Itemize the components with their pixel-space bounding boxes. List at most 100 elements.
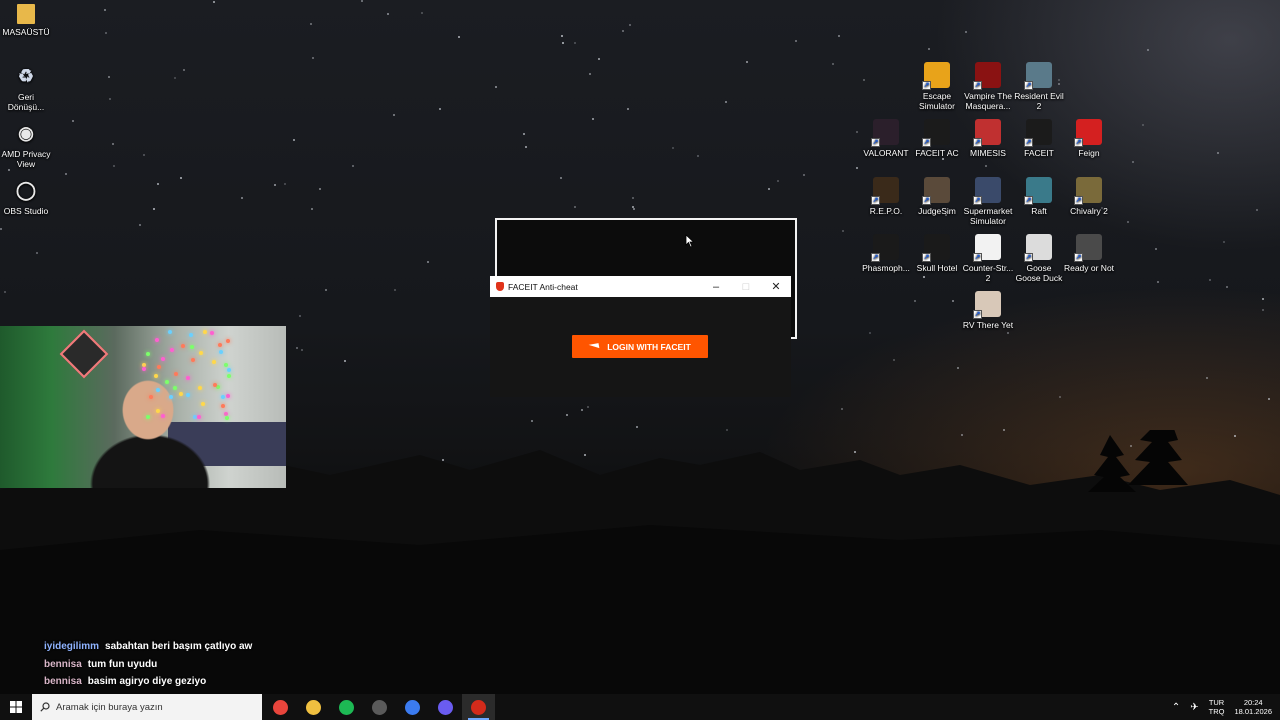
star [105,32,107,34]
desktop-icon[interactable]: ↗ Escape Simulator [911,62,963,111]
faceit-anticheat-window[interactable]: FACEIT Anti-cheat – □ ✕ LOGIN WITH FACEI… [490,276,791,397]
star [427,261,429,263]
light-bulb [224,363,228,368]
rv-there-yet-icon: ↗ [973,291,1001,319]
minimize-button[interactable]: – [701,276,731,297]
network-icon[interactable]: ✈ [1190,702,1198,713]
star [312,57,314,59]
desktop-icon[interactable]: ↗ Chivalry 2 [1063,177,1115,216]
light-bulb [192,414,197,419]
star [574,42,576,44]
valorant-icon: ↗ [871,119,899,147]
escape-simulator-icon: ↗ [922,62,950,90]
taskbar-app-button[interactable] [396,694,429,720]
desktop-icon[interactable]: ↗ Feign [1063,119,1115,158]
light-bulb [225,416,230,420]
resident-evil-2-icon: ↗ [1024,62,1052,90]
close-button[interactable]: ✕ [761,276,791,297]
chivalry-2-icon: ↗ [1074,177,1102,205]
desktop-icon[interactable]: ↗ R.E.P.O. [860,177,912,216]
desktop-icon[interactable]: ↗ FACEIT [1013,119,1065,158]
window-title: FACEIT Anti-cheat [508,281,578,292]
desktop-icon[interactable]: ↗ Counter-Str... 2 [962,234,1014,283]
taskbar-app-button[interactable] [462,694,495,720]
star [387,13,389,15]
desktop-icon[interactable]: MASAÜSTÜ [0,4,52,37]
light-bulb [168,394,173,399]
mouse-cursor-icon [685,234,695,248]
language-indicator[interactable]: TUR TRQ [1209,698,1225,716]
star [421,12,423,14]
taskbar-app-button[interactable] [330,694,363,720]
star [633,208,635,210]
desktop-icon[interactable]: ◉ AMD Privacy View [0,120,52,169]
maximize-button[interactable]: □ [731,276,761,297]
desktop-icon-label: Raft [1031,206,1047,216]
light-bulb [142,367,147,372]
taskbar-app-button[interactable] [297,694,330,720]
desktop-icon[interactable]: ↗ VALORANT [860,119,912,158]
desktop-icon-label: MIMESIS [970,148,1006,158]
star [108,76,110,78]
light-bulb [190,344,195,349]
supermarket-simulator-icon: ↗ [973,177,1001,205]
desktop-icon[interactable]: ↗ Resident Evil 2 [1013,62,1065,111]
star [4,291,6,293]
star [562,42,564,44]
language-code: TUR [1208,698,1225,707]
star [310,23,312,25]
desktop-icon[interactable]: ↗ Ready or Not [1063,234,1115,273]
star [574,206,576,208]
login-with-faceit-button[interactable]: LOGIN WITH FACEIT [572,335,708,358]
light-bulb [156,365,161,370]
shortcut-arrow-icon: ↗ [973,138,982,147]
raft-icon: ↗ [1024,177,1052,205]
desktop-icon[interactable]: ↗ Phasmoph... [860,234,912,273]
star [856,167,858,169]
shortcut-arrow-icon: ↗ [1024,196,1033,205]
star [803,174,805,176]
star [795,40,797,42]
star [293,139,295,141]
desktop-icon[interactable]: ↗ MIMESIS [962,119,1014,158]
chat-message: bennisa basim agiryo diye geziyo [44,676,252,694]
desktop-icon[interactable]: ↗ RV There Yet [962,291,1014,330]
desktop-icon[interactable]: ↗ FACEIT AC [911,119,963,158]
clock[interactable]: 20:24 18.01.2026 [1234,698,1272,716]
shortcut-arrow-icon: ↗ [973,253,982,262]
feign-icon: ↗ [1074,119,1102,147]
light-bulb [185,376,190,381]
desktop-icon-label: Counter-Str... 2 [962,263,1014,283]
window-titlebar[interactable]: FACEIT Anti-cheat – □ ✕ [490,276,791,297]
star [352,165,354,167]
chat-text: basim agiryo diye geziyo [87,676,207,687]
faceit-logo-icon [588,343,600,350]
desktop-icon[interactable]: ♻ Geri Dönüşü... [0,63,52,112]
taskbar-search-input[interactable]: Aramak için buraya yazın [32,694,262,720]
start-button[interactable] [0,694,32,720]
desktop-icon[interactable]: ↗ Vampire The Masquera... [962,62,1014,111]
taskbar-app-button[interactable] [264,694,297,720]
desktop-icon[interactable]: ↗ Goose Goose Duck [1013,234,1065,283]
star [636,426,638,428]
desktop-icon-label: MASAÜSTÜ [2,27,50,37]
taskbar-app-button[interactable] [363,694,396,720]
star [589,73,591,75]
star [65,173,67,175]
file-explorer-icon [306,699,321,715]
desktop-icon-label: Escape Simulator [919,91,955,111]
chevron-up-icon[interactable]: ⌃ [1172,702,1180,713]
star [869,332,871,334]
desktop-icon[interactable]: ↗ Supermarket Simulator [962,177,1014,226]
desktop-icon[interactable]: ↗ Raft [1013,177,1065,216]
desktop-icon[interactable]: ↗ Skull Hotel [911,234,963,273]
star [957,367,959,369]
star [113,165,115,167]
light-bulb [180,343,185,348]
shortcut-arrow-icon: ↗ [973,310,982,319]
desktop-icon[interactable]: ◯ OBS Studio [0,177,52,216]
desktop-icon[interactable]: ↗ JudgeSim [911,177,963,216]
star [157,183,159,185]
taskbar-app-button[interactable] [429,694,462,720]
shortcut-arrow-icon: ↗ [922,253,931,262]
